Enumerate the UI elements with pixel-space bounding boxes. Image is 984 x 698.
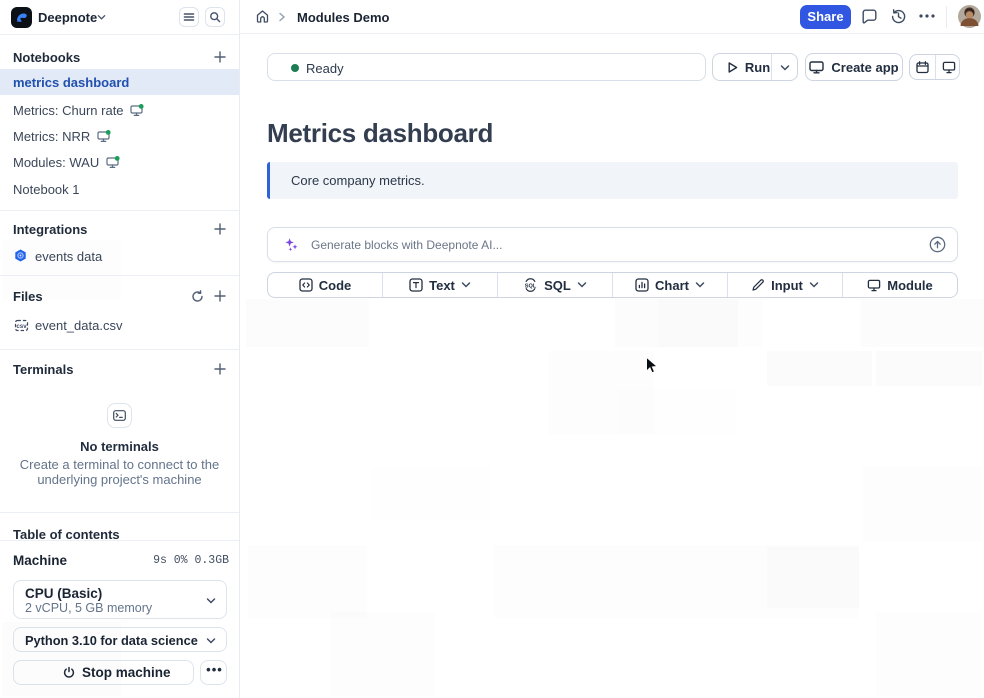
svg-text:csv: csv	[16, 323, 27, 330]
svg-text:SQL: SQL	[525, 283, 537, 289]
